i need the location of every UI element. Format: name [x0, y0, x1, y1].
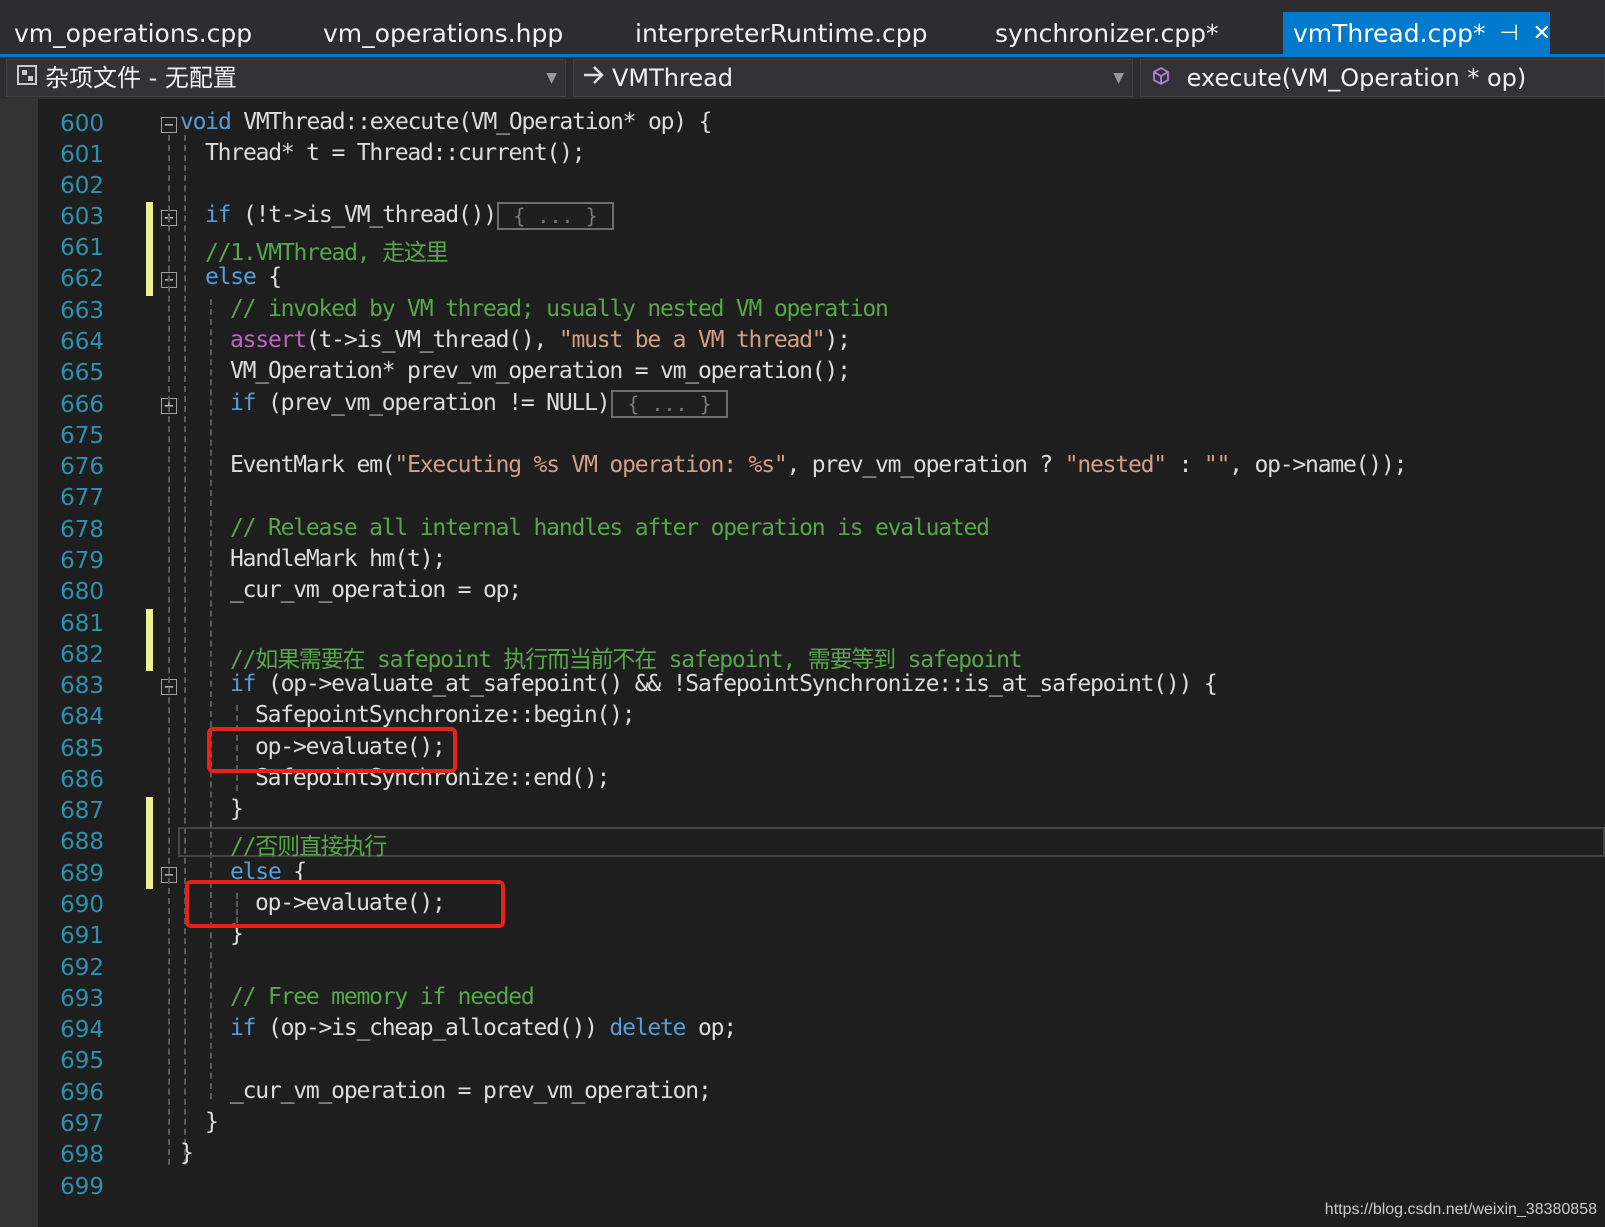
line-number: 697 — [60, 1111, 104, 1137]
member-dropdown[interactable]: execute(VM_Operation * op) — [1140, 59, 1605, 97]
method-cube-icon — [1147, 60, 1175, 96]
fold-guide — [168, 135, 170, 1165]
line-number: 698 — [60, 1142, 104, 1168]
line-number: 684 — [60, 704, 104, 730]
indent-guide — [184, 135, 186, 1165]
line-number: 679 — [60, 548, 104, 574]
line-number: 687 — [60, 798, 104, 824]
line-number: 685 — [60, 736, 104, 762]
code-line: HandleMark hm(t); — [230, 546, 446, 572]
tab-label: synchronizer.cpp* — [995, 19, 1219, 48]
line-number: 690 — [60, 892, 104, 918]
code-line: } — [205, 1109, 219, 1135]
code-line: //如果需要在 safepoint 执行而当前不在 safepoint, 需要等… — [230, 647, 1023, 673]
line-number: 666 — [60, 392, 104, 418]
line-number: 691 — [60, 923, 104, 949]
tab-vmthread-cpp[interactable]: vmThread.cpp* ⊣ ✕ — [1283, 12, 1551, 56]
code-line: _cur_vm_operation = prev_vm_operation; — [230, 1078, 712, 1104]
line-number: 683 — [60, 673, 104, 699]
tab-vm-operations-hpp[interactable]: vm_operations.hpp — [323, 12, 563, 56]
line-number: 688 — [60, 829, 104, 855]
change-indicator — [146, 797, 153, 889]
line-number: 600 — [60, 111, 104, 137]
line-number: 682 — [60, 642, 104, 668]
code-line: // Free memory if needed — [230, 984, 535, 1010]
close-icon[interactable]: ✕ — [1533, 12, 1551, 56]
tab-label: interpreterRuntime.cpp — [635, 19, 928, 48]
code-line: // invoked by VM thread; usually nested … — [230, 296, 889, 322]
highlight-annotation — [185, 880, 505, 928]
code-editor[interactable]: 600 601 602 603 661 662 663 664 665 666 … — [0, 99, 1605, 1227]
code-line: if (!t->is_VM_thread()) — [205, 202, 497, 228]
navigation-bar: 杂项文件 - 无配置 ▼ VMThread ▼ execute(VM_Opera… — [0, 57, 1605, 99]
tab-vm-operations-cpp[interactable]: vm_operations.cpp — [14, 12, 252, 56]
code-line: // Release all internal handles after op… — [230, 515, 990, 541]
line-number: 602 — [60, 173, 104, 199]
code-line: SafepointSynchronize::begin(); — [255, 702, 636, 728]
change-indicator — [146, 609, 153, 671]
line-number: 678 — [60, 517, 104, 543]
highlight-annotation — [207, 727, 457, 773]
tab-label: vm_operations.hpp — [323, 19, 564, 48]
project-label: 杂项文件 - 无配置 — [45, 64, 237, 92]
current-line-highlight — [178, 827, 1605, 857]
code-line: else { — [205, 264, 282, 290]
line-number: 695 — [60, 1048, 104, 1074]
code-line: VM_Operation* prev_vm_operation = vm_ope… — [230, 358, 851, 384]
tab-label: vm_operations.cpp — [14, 19, 253, 48]
line-number: 603 — [60, 204, 104, 230]
line-number: 676 — [60, 454, 104, 480]
pin-icon[interactable]: ⊣ — [1500, 12, 1519, 56]
line-number: 664 — [60, 329, 104, 355]
code-line: if (prev_vm_operation != NULL) — [230, 390, 611, 416]
code-line: } — [230, 796, 244, 822]
code-line: } — [180, 1140, 194, 1166]
document-tab-bar: vm_operations.cpp vm_operations.hpp inte… — [0, 0, 1605, 57]
line-number: 692 — [60, 955, 104, 981]
chevron-down-icon: ▼ — [1113, 70, 1124, 86]
line-number: 696 — [60, 1080, 104, 1106]
member-label: execute(VM_Operation * op) — [1186, 64, 1527, 92]
code-line: EventMark em("Executing %s VM operation:… — [230, 452, 1407, 478]
line-number: 686 — [60, 767, 104, 793]
line-number: 694 — [60, 1017, 104, 1043]
line-number: 601 — [60, 142, 104, 168]
collapsed-block[interactable]: { ... } — [497, 202, 614, 230]
tab-synchronizer-cpp[interactable]: synchronizer.cpp* — [995, 12, 1219, 56]
code-line: _cur_vm_operation = op; — [230, 577, 522, 603]
scope-label: VMThread — [612, 64, 734, 92]
collapse-icon[interactable]: − — [161, 117, 177, 133]
tab-interpreter-runtime-cpp[interactable]: interpreterRuntime.cpp — [635, 12, 928, 56]
line-number: 689 — [60, 861, 104, 887]
code-line: Thread* t = Thread::current(); — [205, 140, 586, 166]
collapsed-block[interactable]: { ... } — [611, 390, 728, 418]
code-line: if (op->is_cheap_allocated()) delete op; — [230, 1015, 737, 1041]
code-line: if (op->evaluate_at_safepoint() && !Safe… — [230, 671, 1218, 697]
indent-guide — [210, 299, 212, 1099]
line-number: 693 — [60, 986, 104, 1012]
chevron-down-icon: ▼ — [546, 70, 557, 86]
code-line: //否则直接执行 — [230, 834, 387, 860]
change-indicator — [146, 202, 153, 296]
project-dropdown[interactable]: 杂项文件 - 无配置 ▼ — [6, 59, 566, 97]
indicator-margin — [0, 99, 38, 1227]
tab-label: vmThread.cpp* — [1293, 19, 1486, 48]
scope-dropdown[interactable]: VMThread ▼ — [573, 59, 1133, 97]
line-number: 661 — [60, 235, 104, 261]
arrow-right-icon — [580, 60, 608, 96]
code-line: assert(t->is_VM_thread(), "must be a VM … — [230, 327, 851, 353]
watermark: https://blog.csdn.net/weixin_38380858 — [1324, 1201, 1597, 1218]
line-number: 663 — [60, 298, 104, 324]
code-line: //1.VMThread, 走这里 — [205, 240, 449, 266]
line-number: 681 — [60, 611, 104, 637]
line-number: 680 — [60, 579, 104, 605]
line-number: 662 — [60, 266, 104, 292]
code-line: void VMThread::execute(VM_Operation* op)… — [180, 109, 712, 135]
line-number: 699 — [60, 1174, 104, 1200]
line-number: 677 — [60, 485, 104, 511]
misc-files-icon — [13, 60, 41, 96]
line-number: 675 — [60, 423, 104, 449]
line-number: 665 — [60, 360, 104, 386]
